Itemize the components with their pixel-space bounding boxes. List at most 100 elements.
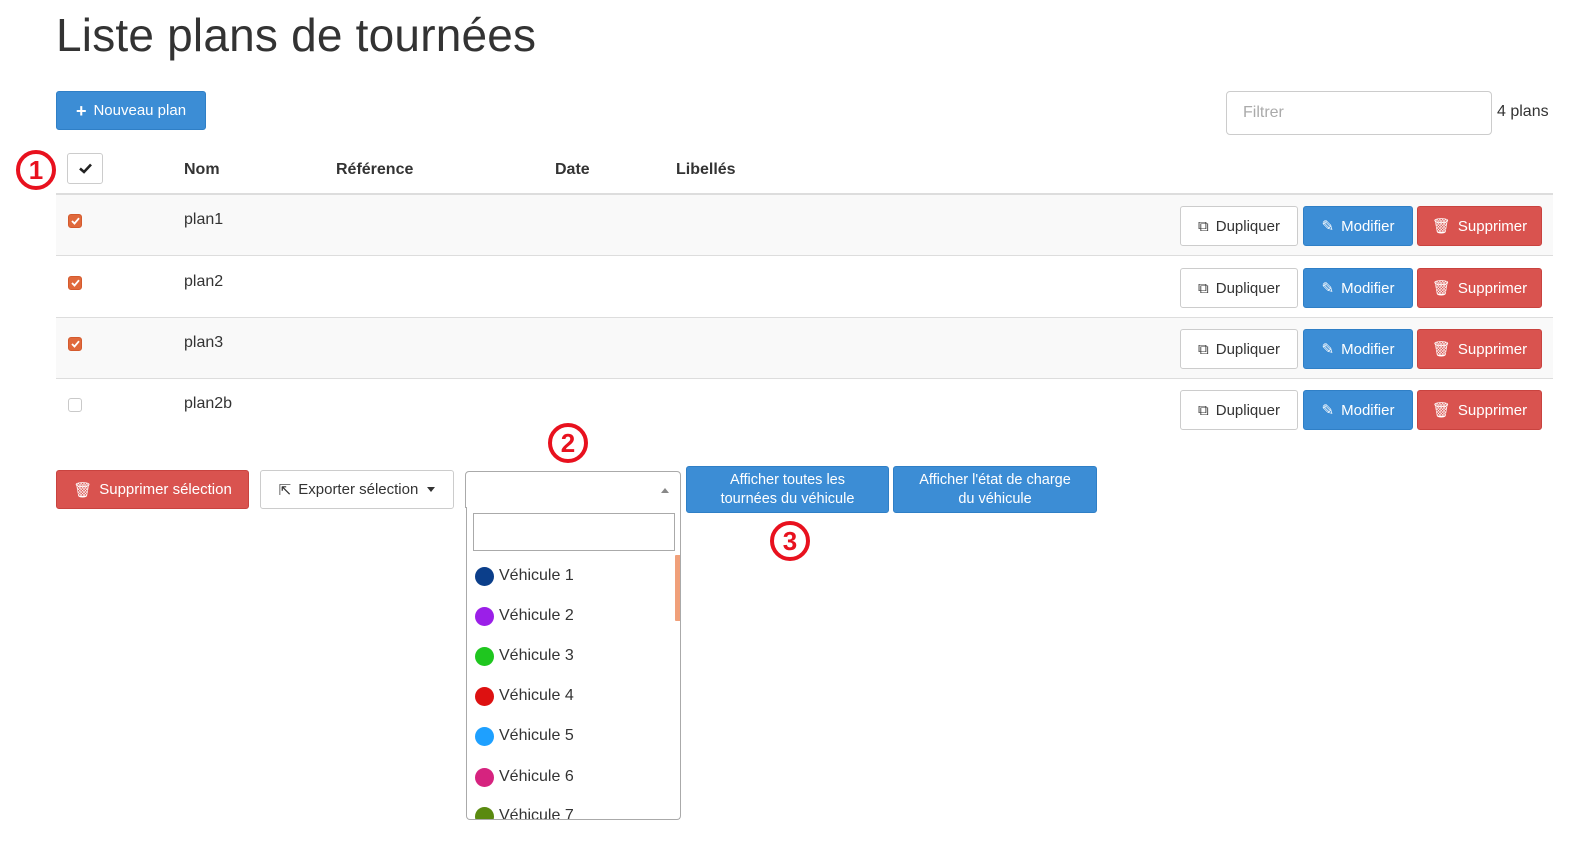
row-checkbox[interactable] xyxy=(68,276,82,290)
annotation-number: 2 xyxy=(548,423,588,463)
page-title: Liste plans de tournées xyxy=(56,9,537,61)
duplicate-label: Dupliquer xyxy=(1215,279,1280,297)
delete-label: Supprimer xyxy=(1457,217,1528,235)
edit-button[interactable]: ✎ Modifier xyxy=(1303,390,1413,430)
vehicle-option[interactable]: Véhicule 5 xyxy=(475,724,574,748)
show-vehicle-charge-button[interactable]: Afficher l'état de charge du véhicule xyxy=(893,466,1097,513)
plan-name: plan1 xyxy=(184,211,224,228)
plan-count: 4 plans xyxy=(1497,103,1549,120)
export-selection-button[interactable]: ⇱ Exporter sélection xyxy=(260,470,454,509)
show-charge-line2: du véhicule xyxy=(958,491,1032,507)
caret-down-icon xyxy=(427,487,436,492)
trash-icon: 🗑 xyxy=(1431,402,1451,419)
export-icon: ⇱ xyxy=(278,481,292,499)
plan-name: plan2 xyxy=(184,273,224,290)
edit-label: Modifier xyxy=(1341,217,1395,235)
annotation-marker-1: 1 xyxy=(14,148,58,192)
table-row: plan1 ⧉ Dupliquer ✎ Modifier 🗑 Supprimer xyxy=(56,195,1553,256)
edit-label: Modifier xyxy=(1341,279,1395,297)
trash-icon: 🗑 xyxy=(1431,218,1451,235)
new-plan-label: Nouveau plan xyxy=(93,102,187,119)
color-dot-icon xyxy=(475,806,494,819)
duplicate-label: Dupliquer xyxy=(1215,217,1280,235)
annotation-number: 3 xyxy=(770,521,810,561)
duplicate-button[interactable]: ⧉ Dupliquer xyxy=(1180,390,1298,430)
row-checkbox[interactable] xyxy=(68,398,82,412)
delete-selection-label: Supprimer sélection xyxy=(99,481,232,498)
check-icon xyxy=(70,279,80,287)
edit-label: Modifier xyxy=(1341,340,1395,358)
edit-button[interactable]: ✎ Modifier xyxy=(1303,206,1413,246)
column-header-reference[interactable]: Référence xyxy=(336,161,413,179)
vehicle-select[interactable] xyxy=(465,471,681,508)
duplicate-label: Dupliquer xyxy=(1215,340,1280,358)
delete-button[interactable]: 🗑 Supprimer xyxy=(1417,206,1542,246)
color-dot-icon xyxy=(475,686,494,706)
trash-icon: 🗑 xyxy=(73,481,93,499)
trash-icon: 🗑 xyxy=(1431,341,1451,358)
delete-label: Supprimer xyxy=(1457,401,1528,419)
vehicle-option[interactable]: Véhicule 3 xyxy=(475,644,574,668)
trash-icon: 🗑 xyxy=(1431,280,1451,297)
copy-icon: ⧉ xyxy=(1198,217,1209,235)
color-dot-icon xyxy=(475,566,494,586)
vehicle-option[interactable]: Véhicule 4 xyxy=(475,684,574,708)
color-dot-icon xyxy=(475,726,494,746)
check-icon xyxy=(78,163,92,174)
duplicate-button[interactable]: ⧉ Dupliquer xyxy=(1180,268,1298,308)
export-selection-label: Exporter sélection xyxy=(298,481,419,498)
table-row: plan3 ⧉ Dupliquer ✎ Modifier 🗑 Supprimer xyxy=(56,318,1553,379)
duplicate-button[interactable]: ⧉ Dupliquer xyxy=(1180,206,1298,246)
dropdown-scrollbar[interactable] xyxy=(675,555,680,621)
edit-button[interactable]: ✎ Modifier xyxy=(1303,268,1413,308)
vehicle-option-label: Véhicule 5 xyxy=(499,727,574,744)
new-plan-button[interactable]: + Nouveau plan xyxy=(56,91,206,130)
vehicle-option-label: Véhicule 2 xyxy=(499,607,574,624)
vehicle-option[interactable]: Véhicule 1 xyxy=(475,564,574,588)
vehicle-option[interactable]: Véhicule 7 xyxy=(475,804,574,820)
edit-label: Modifier xyxy=(1341,401,1395,419)
check-icon xyxy=(70,217,80,225)
vehicle-option-label: Véhicule 3 xyxy=(499,647,574,664)
show-all-tours-line2: tournées du véhicule xyxy=(720,491,855,507)
copy-icon: ⧉ xyxy=(1198,401,1209,419)
duplicate-button[interactable]: ⧉ Dupliquer xyxy=(1180,329,1298,369)
copy-icon: ⧉ xyxy=(1198,340,1209,358)
vehicle-search-input[interactable] xyxy=(473,513,675,551)
caret-up-icon xyxy=(661,488,669,493)
plus-icon: + xyxy=(75,100,87,121)
filter-input[interactable] xyxy=(1226,91,1492,135)
color-dot-icon xyxy=(475,767,494,787)
vehicle-option-label: Véhicule 6 xyxy=(499,768,574,785)
check-icon xyxy=(70,340,80,348)
column-header-date[interactable]: Date xyxy=(555,161,590,179)
select-all-checkbox[interactable] xyxy=(67,153,103,184)
vehicle-option-label: Véhicule 7 xyxy=(499,807,574,820)
show-all-vehicle-tours-button[interactable]: Afficher toutes les tournées du véhicule xyxy=(686,466,889,513)
edit-icon: ✎ xyxy=(1321,402,1335,419)
edit-icon: ✎ xyxy=(1321,218,1335,235)
copy-icon: ⧉ xyxy=(1198,279,1209,297)
annotation-number: 1 xyxy=(16,150,56,190)
row-checkbox[interactable] xyxy=(68,214,82,228)
duplicate-label: Dupliquer xyxy=(1215,401,1280,419)
column-header-labels[interactable]: Libellés xyxy=(676,161,736,179)
annotation-marker-3: 3 xyxy=(768,519,812,563)
column-header-name[interactable]: Nom xyxy=(184,161,220,179)
delete-label: Supprimer xyxy=(1457,340,1528,358)
show-charge-line1: Afficher l'état de charge xyxy=(919,472,1071,488)
delete-button[interactable]: 🗑 Supprimer xyxy=(1417,390,1542,430)
vehicle-option-label: Véhicule 1 xyxy=(499,567,574,584)
plan-name: plan3 xyxy=(184,334,224,351)
table-row: plan2b ⧉ Dupliquer ✎ Modifier 🗑 Supprimer xyxy=(56,379,1553,440)
delete-button[interactable]: 🗑 Supprimer xyxy=(1417,329,1542,369)
delete-selection-button[interactable]: 🗑 Supprimer sélection xyxy=(56,470,249,509)
row-checkbox[interactable] xyxy=(68,337,82,351)
color-dot-icon xyxy=(475,646,494,666)
delete-button[interactable]: 🗑 Supprimer xyxy=(1417,268,1542,308)
plan-name: plan2b xyxy=(184,395,233,412)
vehicle-option[interactable]: Véhicule 2 xyxy=(475,604,574,628)
edit-button[interactable]: ✎ Modifier xyxy=(1303,329,1413,369)
vehicle-option[interactable]: Véhicule 6 xyxy=(475,765,574,789)
vehicle-dropdown: Véhicule 1 Véhicule 2 Véhicule 3 Véhicul… xyxy=(466,507,681,820)
